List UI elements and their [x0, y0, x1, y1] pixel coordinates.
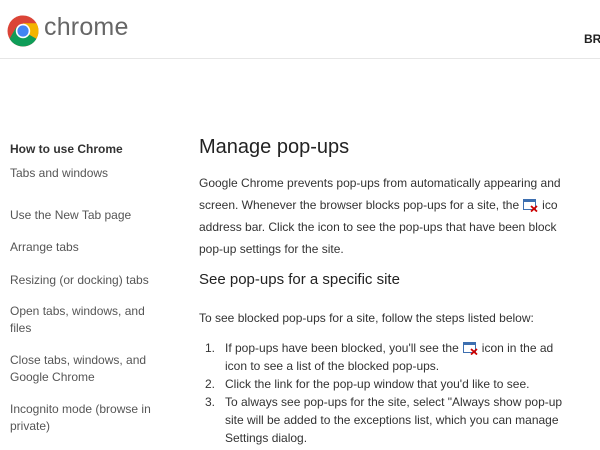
step-line: Click the link for the pop-up window tha… [225, 377, 530, 391]
steps-intro: To see blocked pop-ups for a site, follo… [199, 311, 534, 325]
sidebar-item-new-tab-page[interactable]: Use the New Tab page [10, 207, 170, 224]
sidebar-item-close-tabs[interactable]: Close tabs, windows, and Google Chrome [10, 352, 160, 386]
step-line: Settings dialog. [225, 431, 308, 445]
intro-line: screen. Whenever the browser blocks pop-… [199, 194, 558, 216]
brand-name[interactable]: chrome [44, 13, 129, 42]
step-line: To always see pop-ups for the site, sele… [225, 395, 563, 409]
main-content: Manage pop-ups Google Chrome prevents po… [199, 130, 600, 450]
intro-text: address bar. Click the icon to see the p… [199, 220, 557, 234]
intro-text: Google Chrome prevents pop-ups from auto… [199, 176, 561, 190]
step-line: site will be added to the exceptions lis… [225, 413, 559, 427]
sidebar-item-tabs-and-windows[interactable]: Tabs and windows [10, 165, 170, 182]
intro-line: pop-up settings for the site. [199, 238, 344, 260]
header-nav-item[interactable]: BR [584, 32, 600, 46]
sidebar-item-open-tabs[interactable]: Open tabs, windows, and files [10, 303, 155, 337]
sidebar-title: How to use Chrome [10, 142, 123, 156]
step-number: 3. [205, 395, 216, 409]
intro-line: Google Chrome prevents pop-ups from auto… [199, 172, 561, 194]
step-line: If pop-ups have been blocked, you'll see… [225, 341, 459, 355]
popup-blocked-icon [462, 342, 478, 355]
step-text: If pop-ups have been blocked, you'll see… [225, 340, 553, 357]
page-title: Manage pop-ups [199, 136, 350, 158]
sidebar-item-arrange-tabs[interactable]: Arrange tabs [10, 239, 170, 256]
step-number: 1. [205, 341, 216, 355]
popup-blocked-icon [523, 199, 538, 212]
intro-line: address bar. Click the icon to see the p… [199, 216, 557, 238]
sidebar-item-resizing-tabs[interactable]: Resizing (or docking) tabs [10, 272, 170, 289]
intro-text: pop-up settings for the site. [199, 242, 344, 256]
sidebar-item-incognito-mode[interactable]: Incognito mode (browse in private) [10, 401, 160, 435]
step-line: icon in the ad [481, 341, 554, 355]
site-header: chrome BR [0, 0, 600, 59]
intro-text: screen. Whenever the browser blocks pop-… [199, 198, 520, 212]
step-number: 2. [205, 377, 216, 391]
section-subtitle: See pop-ups for a specific site [199, 271, 400, 288]
step-line: icon to see a list of the blocked pop-up… [225, 359, 440, 373]
chrome-logo-icon[interactable] [7, 15, 39, 47]
help-page: chrome BR How to use Chrome Tabs and win… [0, 0, 600, 450]
intro-text-tail: ico [542, 198, 558, 212]
